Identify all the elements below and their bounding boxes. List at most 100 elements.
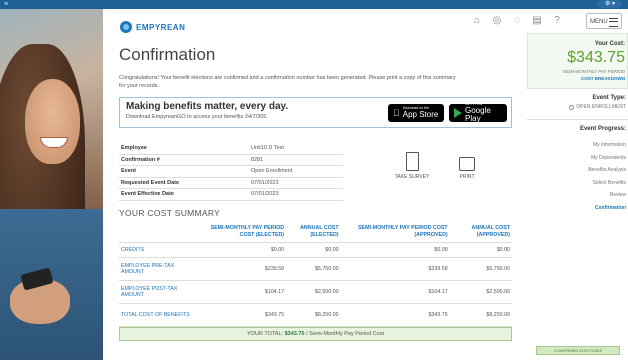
menu-button[interactable]: MENU [586, 13, 622, 29]
table-row: TOTAL COST OF BENEFITS $343.75 $8,250.00… [119, 303, 512, 327]
table-header-row: SEMI-MONTHLY PAY PERIOD COST (ELECTED) A… [119, 222, 512, 243]
table-row: EMPLOYEE POST-TAX AMOUNT $104.17 $2,500.… [119, 280, 512, 304]
event-type-label: Event Type: [592, 95, 626, 101]
menu-label: MENU [590, 19, 608, 25]
cell-value: $104.17 [199, 280, 287, 304]
your-cost-label: Your Cost: [594, 41, 625, 47]
print-button[interactable]: PRINT [452, 157, 482, 180]
google-play-button[interactable]: GET IT ON Google Play [449, 103, 507, 123]
cost-breakdown-link[interactable]: COST BREAKDOWN [581, 76, 625, 81]
chat-icon[interactable]: ◌ [510, 14, 524, 28]
info-row: Confirmation #8281 [119, 154, 343, 166]
empyrean-logo-icon [120, 21, 132, 33]
table-row: EMPLOYEE PRE-TAX AMOUNT $239.58 $5,750.0… [119, 257, 512, 281]
cell-value: $8,250.00 [286, 303, 341, 327]
row-label: CREDITS [119, 242, 200, 258]
pay-period-label: SEMI-MONTHLY PAY PERIOD [562, 69, 625, 74]
app-store-button[interactable]:  Download on the App Store [388, 104, 444, 122]
cell-value: $0.00 [340, 242, 450, 258]
page-title: Confirmation [119, 45, 216, 64]
cell-value: $2,500.00 [286, 280, 341, 304]
cell-value: $0.00 [199, 242, 287, 258]
column-header: SEMI-MONTHLY PAY PERIOD COST (APPROVED) [340, 222, 450, 243]
radio-icon [569, 104, 575, 110]
cell-value: $104.17 [340, 280, 450, 304]
cell-value: $5,750.00 [286, 257, 341, 281]
event-type-text: OPEN ENROLLMENT [576, 104, 626, 110]
total-amount: $343.75 [284, 331, 305, 337]
browser-bar: ≡ ⚙ ▾ [0, 0, 628, 9]
event-info-table: Employee Unit10 D Test Confirmation #8281… [119, 143, 343, 201]
event-progress-label: Event Progress: [579, 126, 626, 132]
cell-value: $0.00 [286, 242, 341, 258]
table-row: CREDITS $0.00 $0.00 $0.00 $0.00 [119, 242, 512, 258]
cost-box: Your Cost: $343.75 SEMI-MONTHLY PAY PERI… [527, 33, 628, 89]
info-label: Event [119, 165, 249, 178]
info-row: Requested Event Date 07/01/2023 [119, 177, 343, 189]
total-cost-bar: YOUR TOTAL: $343.75 / Semi-Monthly Pay P… [119, 327, 512, 341]
cell-value: $239.58 [199, 257, 287, 281]
cost-summary-title: YOUR COST SUMMARY [119, 208, 221, 218]
info-row: Event Effective Date 07/01/2023 [119, 188, 343, 201]
info-label: Employee [119, 143, 249, 155]
take-survey-label: TAKE SURVEY [394, 174, 430, 180]
home-icon[interactable]: ⌂ [470, 14, 484, 28]
total-suffix: / Semi-Monthly Pay Period Cost [306, 331, 384, 337]
row-label: TOTAL COST OF BENEFITS [119, 303, 200, 327]
progress-step-current[interactable]: Confirmation [588, 202, 626, 215]
info-value: 07/01/2023 [249, 177, 343, 189]
info-value: 8281 [249, 154, 343, 166]
cell-value: $2,500.00 [449, 280, 512, 304]
promo-subtext: Download EmpyreanGO to access your benef… [126, 114, 268, 120]
cell-value: $343.75 [199, 303, 287, 327]
progress-step[interactable]: Benefits Analysis [588, 164, 626, 177]
cell-value: $8,250.00 [449, 303, 512, 327]
cell-value: $239.58 [340, 257, 450, 281]
info-label: Event Effective Date [119, 188, 249, 201]
survey-icon [405, 152, 419, 171]
google-play-icon [454, 108, 462, 118]
progress-step[interactable]: My Information [588, 139, 626, 152]
hamburger-icon[interactable]: ≡ [4, 1, 8, 8]
column-header: SEMI-MONTHLY PAY PERIOD COST (ELECTED) [199, 222, 287, 243]
info-value: Unit10 D Test [249, 143, 343, 155]
hamburger-menu-icon [609, 18, 618, 27]
info-row: Event Open Enrollment [119, 165, 343, 178]
google-play-label: Google Play [465, 105, 491, 123]
cell-value: $0.00 [449, 242, 512, 258]
sidebar: Your Cost: $343.75 SEMI-MONTHLY PAY PERI… [527, 33, 628, 360]
confirmed-elections-badge: CONFIRMED ELECTIONS [536, 346, 620, 355]
help-icon[interactable]: ◎ [490, 14, 504, 28]
info-row: Employee Unit10 D Test [119, 143, 343, 155]
settings-pill[interactable]: ⚙ ▾ [598, 0, 622, 8]
event-type-value: OPEN ENROLLMENT [569, 104, 626, 110]
hero-photo [0, 9, 103, 360]
column-header: ANNUAL COST (ELECTED) [286, 222, 341, 243]
row-label: EMPLOYEE POST-TAX AMOUNT [119, 280, 200, 304]
app-promo-banner: Making benefits matter, every day. Downl… [119, 97, 512, 128]
promo-heading: Making benefits matter, every day. [126, 101, 289, 112]
your-cost-amount: $343.75 [567, 49, 625, 66]
column-header: ANNUAL COST (APPROVED) [449, 222, 512, 243]
confirmation-message: Congratulations! Your benefit elections … [119, 75, 456, 89]
take-survey-button[interactable]: TAKE SURVEY [392, 152, 432, 180]
print-label: PRINT [459, 174, 475, 180]
progress-step[interactable]: My Dependents [588, 152, 626, 165]
progress-step[interactable]: Select Benefits [588, 177, 626, 190]
app-store-label: App Store [396, 109, 439, 119]
progress-step[interactable]: Review [588, 189, 626, 202]
info-value: 07/01/2023 [249, 188, 343, 201]
printer-icon [459, 157, 475, 171]
logo[interactable]: EMPYREAN [120, 21, 185, 33]
document-icon[interactable]: ▤ [530, 14, 544, 28]
info-value: Open Enrollment [249, 165, 343, 178]
divider [527, 119, 628, 120]
cost-summary-table: SEMI-MONTHLY PAY PERIOD COST (ELECTED) A… [119, 222, 512, 327]
cell-value: $5,750.00 [449, 257, 512, 281]
progress-steps: My Information My Dependents Benefits An… [588, 139, 626, 214]
info-label: Requested Event Date [119, 177, 249, 189]
cell-value: $343.75 [340, 303, 450, 327]
header-icons: ⌂ ◎ ◌ ▤ ? [470, 14, 570, 28]
question-icon[interactable]: ? [550, 14, 564, 28]
row-label: EMPLOYEE PRE-TAX AMOUNT [119, 257, 200, 281]
